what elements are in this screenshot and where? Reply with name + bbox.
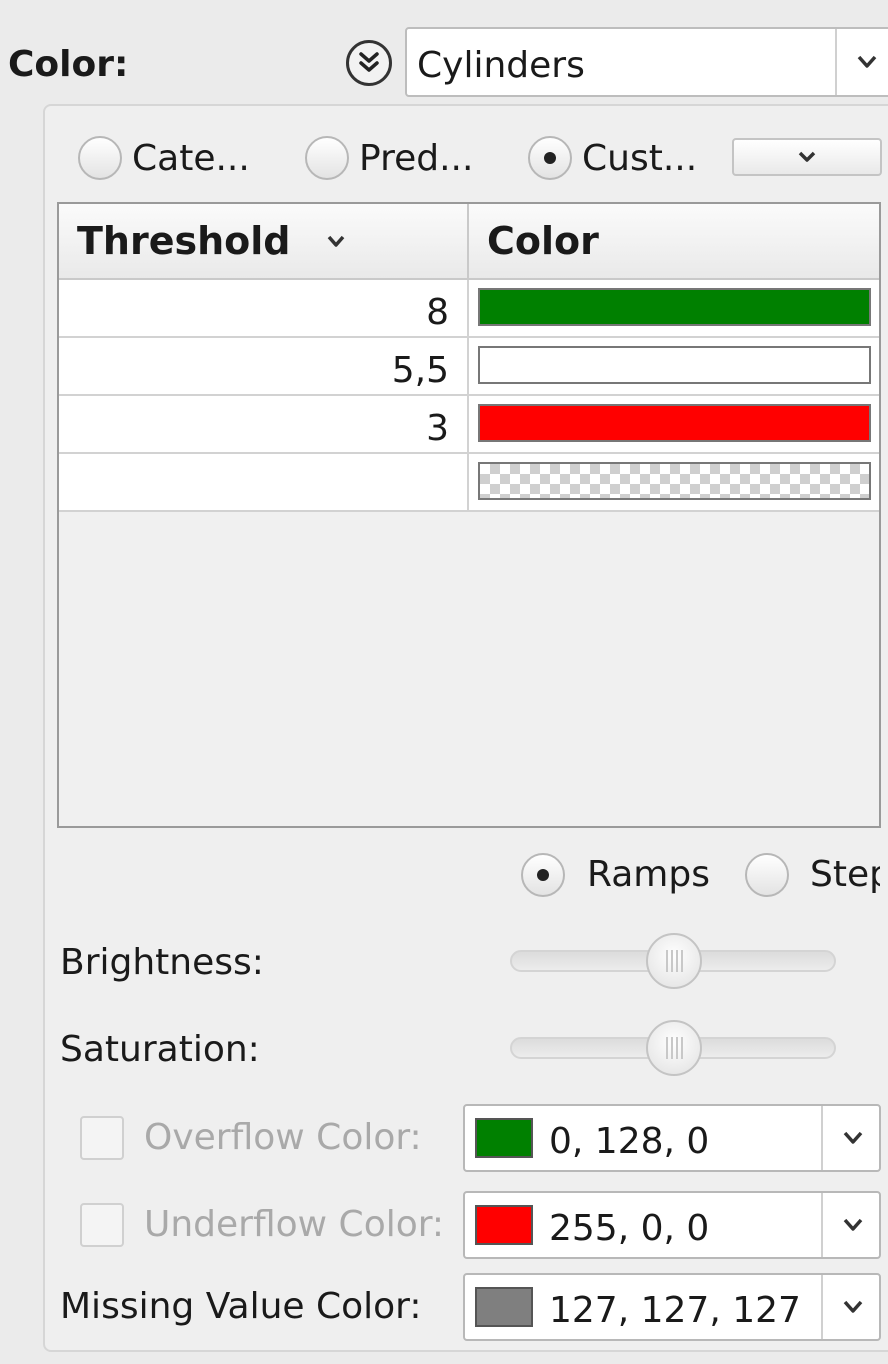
overflow-color-label: Overflow Color: — [144, 1117, 422, 1158]
overflow-color-value: 0, 128, 0 — [549, 1121, 710, 1162]
radio-selected-dot — [544, 152, 556, 164]
brightness-label: Brightness: — [60, 942, 264, 983]
underflow-color-swatch — [475, 1205, 533, 1245]
column-header-color[interactable]: Color — [487, 204, 599, 278]
threshold-cell[interactable]: 3 — [426, 408, 449, 449]
radio-ramps-label: Ramps — [587, 854, 710, 895]
radio-step[interactable] — [745, 853, 789, 897]
table-header: Threshold Color — [59, 204, 879, 280]
color-swatch-green[interactable] — [478, 288, 871, 326]
overflow-color-swatch — [475, 1118, 533, 1158]
chevron-down-icon[interactable] — [821, 1106, 883, 1170]
underflow-color-value: 255, 0, 0 — [549, 1208, 710, 1249]
color-swatch-white[interactable] — [478, 346, 871, 384]
chevron-down-icon[interactable] — [821, 1275, 883, 1339]
sort-descending-icon — [327, 235, 344, 247]
saturation-slider-thumb[interactable] — [646, 1020, 702, 1076]
table-row[interactable] — [59, 454, 879, 512]
color-column-value: Cylinders — [417, 45, 585, 86]
saturation-label: Saturation: — [60, 1029, 260, 1070]
column-divider[interactable] — [467, 204, 469, 278]
underflow-color-label: Underflow Color: — [144, 1204, 445, 1245]
brightness-slider-thumb[interactable] — [646, 933, 702, 989]
threshold-table: Threshold Color 8 5,5 3 — [57, 202, 881, 828]
overflow-color-checkbox[interactable] — [80, 1116, 124, 1160]
missing-value-color-select[interactable]: 127, 127, 127 — [463, 1273, 881, 1341]
radio-predefined-label: Pred... — [359, 138, 474, 179]
radio-categorical[interactable] — [78, 136, 122, 180]
missing-value-color-value: 127, 127, 127 — [549, 1290, 801, 1331]
threshold-cell[interactable]: 5,5 — [392, 350, 449, 391]
threshold-cell[interactable]: 8 — [426, 292, 449, 333]
chevron-down-icon[interactable] — [821, 1193, 883, 1257]
chevron-down-icon — [798, 151, 816, 162]
radio-step-label: Step — [810, 857, 880, 893]
radio-categorical-label: Cate... — [132, 138, 250, 179]
table-row[interactable]: 8 — [59, 280, 879, 338]
radio-custom-label: Cust... — [582, 138, 698, 179]
overflow-color-select[interactable]: 0, 128, 0 — [463, 1104, 881, 1172]
column-header-threshold[interactable]: Threshold — [77, 204, 345, 278]
color-swatch-transparent[interactable] — [478, 462, 871, 500]
table-row[interactable]: 3 — [59, 396, 879, 454]
missing-value-color-label: Missing Value Color: — [60, 1286, 422, 1327]
underflow-color-select[interactable]: 255, 0, 0 — [463, 1191, 881, 1259]
expand-toggle-icon[interactable] — [346, 40, 392, 86]
table-row[interactable]: 5,5 — [59, 338, 879, 396]
radio-custom[interactable] — [528, 136, 572, 180]
chevron-down-icon[interactable] — [835, 29, 888, 95]
color-column-select[interactable]: Cylinders — [405, 27, 888, 97]
radio-predefined[interactable] — [305, 136, 349, 180]
custom-preset-dropdown[interactable] — [732, 138, 882, 176]
radio-selected-dot — [537, 869, 549, 881]
color-swatch-red[interactable] — [478, 404, 871, 442]
radio-ramps[interactable] — [521, 853, 565, 897]
missing-value-color-swatch — [475, 1287, 533, 1327]
color-label: Color: — [8, 44, 129, 85]
underflow-color-checkbox[interactable] — [80, 1203, 124, 1247]
